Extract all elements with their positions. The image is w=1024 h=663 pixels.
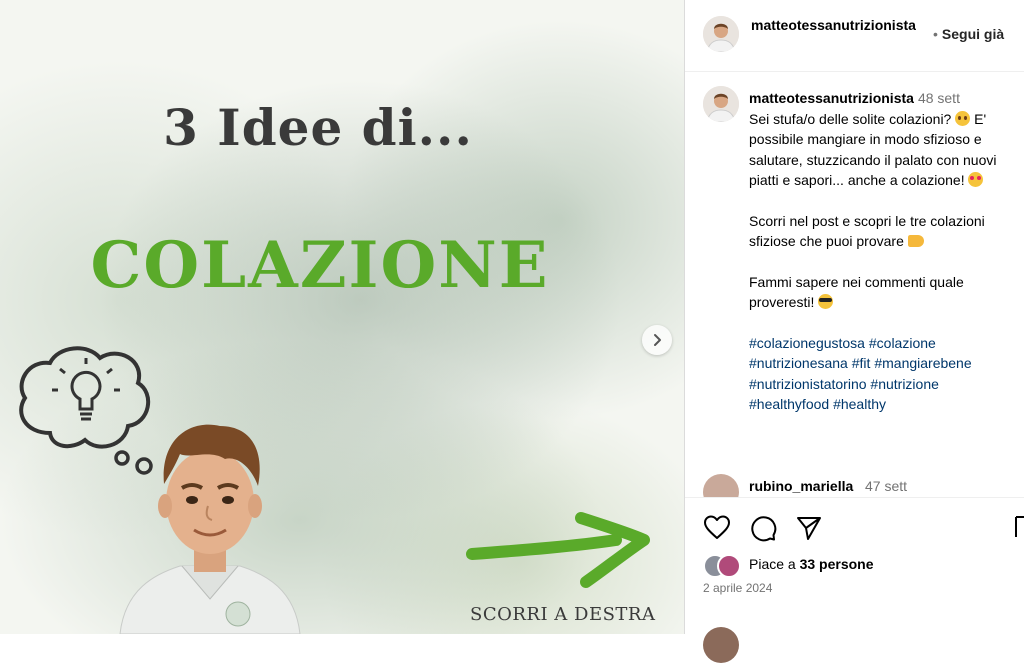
likes-count-text[interactable]: Piace a 33 persone xyxy=(749,556,874,572)
carousel-next-button[interactable] xyxy=(642,325,672,355)
caption-paragraph-3: Fammi sapere nei commenti quale proveres… xyxy=(749,273,964,311)
caption-paragraph-1: Sei stufa/o delle solite colazioni? xyxy=(749,110,952,127)
following-label: Segui già xyxy=(941,26,1005,42)
hashtag-link[interactable]: #nutrizionistatorino xyxy=(749,376,867,392)
image-headline: COLAZIONE xyxy=(90,228,550,303)
caption-paragraph-2: Scorri nel post e scopri le tre colazion… xyxy=(749,212,985,250)
liker-avatar xyxy=(717,554,741,578)
cartoon-avatar-illustration xyxy=(119,424,301,634)
image-title: 3 Idee di... xyxy=(163,98,473,157)
current-user-avatar xyxy=(703,627,739,663)
likes-count: 33 persone xyxy=(799,556,874,572)
heart-eyes-emoji-icon xyxy=(968,172,984,187)
post-image: 3 Idee di... COLAZIONE SCORRI A DESTRA xyxy=(0,0,684,634)
caption-username[interactable]: matteotessanutrizionista xyxy=(749,90,914,106)
caption-section: matteotessanutrizionista 48 sett Sei stuf… xyxy=(685,72,1024,497)
scroll-hint-text: SCORRI A DESTRA xyxy=(470,604,656,625)
pleading-face-emoji-icon xyxy=(955,110,971,126)
arrow-right-icon xyxy=(466,512,650,588)
commenter-username[interactable]: rubino_mariella xyxy=(749,478,853,494)
hashtag-link[interactable]: #fit xyxy=(852,355,871,371)
avatar-image xyxy=(703,86,739,122)
hashtag-link[interactable]: #healthy xyxy=(833,396,886,412)
caption-text: matteotessanutrizionista 48 sett Sei stuf… xyxy=(749,88,1019,435)
commenter-avatar[interactable] xyxy=(703,474,739,497)
post-date[interactable]: 2 aprile 2024 xyxy=(703,581,772,595)
hashtag-list: #colazionegustosa #colazione #nutrizione… xyxy=(749,333,1019,415)
hashtag-link[interactable]: #colazionegustosa xyxy=(749,335,865,351)
comment-item: rubino_mariella 47 sett xyxy=(685,472,1024,497)
avatar-image xyxy=(703,16,739,52)
caption-time[interactable]: 48 sett xyxy=(918,90,960,106)
sunglasses-emoji-icon xyxy=(818,294,834,309)
comment-time[interactable]: 47 sett xyxy=(865,478,907,494)
comment-bubble-icon[interactable] xyxy=(749,514,777,542)
bookmark-icon[interactable] xyxy=(1015,516,1024,538)
caption-author-avatar[interactable] xyxy=(703,86,739,122)
hashtag-link[interactable]: #mangiarebene xyxy=(874,355,971,371)
heart-icon[interactable] xyxy=(703,514,731,542)
post-actions: Piace a 33 persone 2 aprile 2024 xyxy=(685,497,1024,635)
hashtag-link[interactable]: #nutrizione xyxy=(870,376,939,392)
following-status[interactable]: • Segui già xyxy=(933,26,1004,42)
hashtag-link[interactable]: #healthyfood xyxy=(749,396,829,412)
hashtag-link[interactable]: #nutrizionesana xyxy=(749,355,848,371)
chevron-right-icon xyxy=(654,334,661,346)
post-side-panel: matteotessanutrizionista • Segui già matt… xyxy=(684,0,1024,663)
hashtag-link[interactable]: #colazione xyxy=(869,335,936,351)
likes-prefix: Piace a xyxy=(749,556,796,572)
author-username[interactable]: matteotessanutrizionista xyxy=(751,16,935,35)
post-header: matteotessanutrizionista • Segui già xyxy=(685,0,1024,72)
author-avatar[interactable] xyxy=(703,16,739,52)
pointing-hand-emoji-icon xyxy=(907,235,924,247)
paper-plane-icon[interactable] xyxy=(795,514,823,542)
separator-dot: • xyxy=(933,26,938,42)
